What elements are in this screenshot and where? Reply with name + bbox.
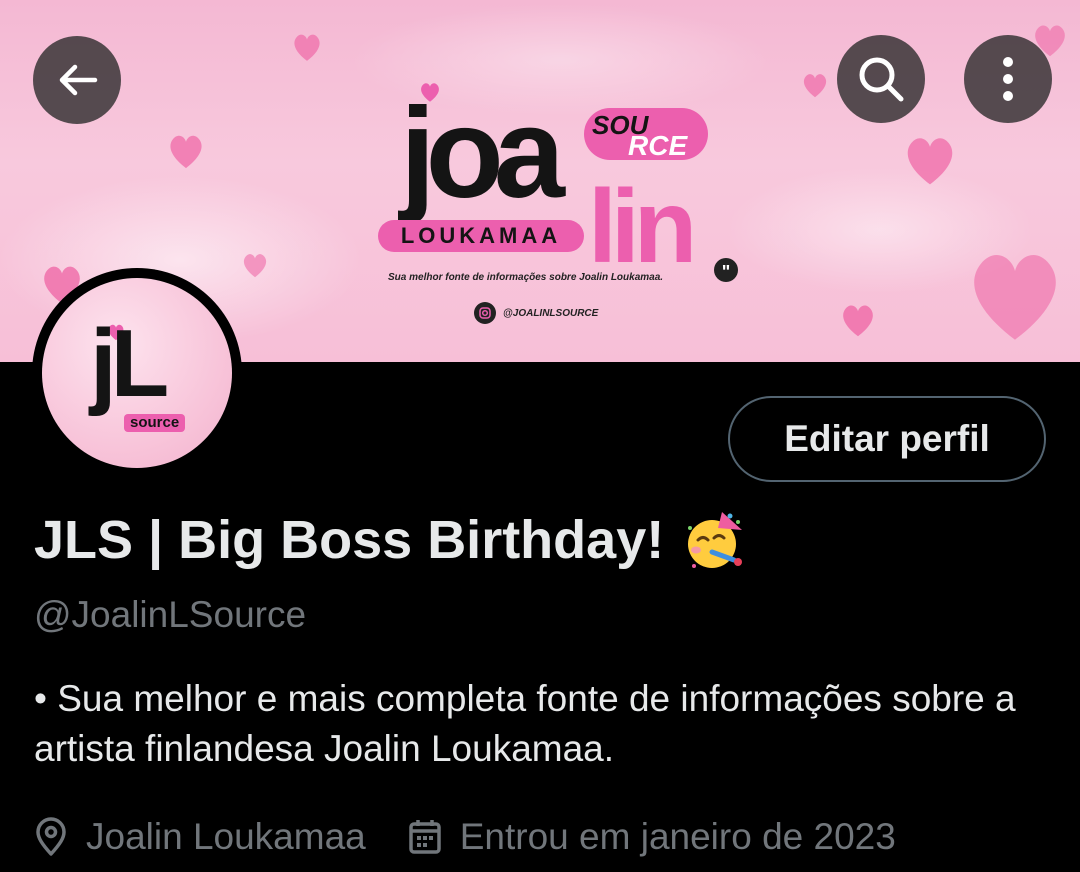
heart-decoration [800, 70, 830, 100]
heart-decoration [960, 240, 1070, 350]
profile-bio: • Sua melhor e mais completa fonte de in… [34, 678, 1016, 769]
location-pin-icon [34, 817, 86, 857]
username: @JoalinLSource [34, 594, 307, 635]
heart-decoration [165, 130, 207, 172]
banner-logo: SOU RCE lin joa LOUKAMAA [378, 80, 708, 340]
quote-icon: " [714, 258, 738, 282]
logo-lin-text: lin [588, 169, 697, 285]
profile-meta: Joalin Loukamaa Entrou em janeiro de 202… [34, 816, 896, 858]
display-name-text: JLS | Big Boss Birthday! [34, 510, 665, 570]
heart-decoration [240, 250, 270, 280]
banner-instagram-handle: @JOALINLSOURCE [503, 308, 599, 319]
instagram-icon [474, 302, 496, 324]
avatar-logo-source: source [124, 414, 186, 432]
avatar-logo-jl: jL [90, 310, 169, 417]
search-button[interactable] [837, 35, 925, 123]
heart-decoration [838, 300, 878, 340]
partying-face-emoji-icon [682, 508, 746, 572]
joined-date-text: Entrou em janeiro de 2023 [459, 816, 896, 857]
banner-tagline: Sua melhor fonte de informações sobre Jo… [388, 272, 664, 283]
calendar-icon [408, 819, 460, 855]
back-button[interactable] [33, 36, 121, 124]
logo-loukamaa-text: LOUKAMAA [378, 220, 584, 252]
avatar-image: jL source [42, 278, 232, 468]
logo-joa-text: joa [400, 82, 565, 225]
logo-rce-text: RCE [628, 130, 688, 161]
display-name: JLS | Big Boss Birthday! [34, 508, 746, 572]
more-options-button[interactable] [964, 35, 1052, 123]
edit-profile-button[interactable]: Editar perfil [728, 396, 1046, 482]
location-item: Joalin Loukamaa [34, 816, 366, 858]
heart-decoration [290, 30, 324, 64]
heart-decoration [900, 130, 960, 190]
search-icon [856, 54, 906, 104]
more-vertical-icon [1002, 55, 1014, 103]
avatar[interactable]: jL source [32, 268, 242, 478]
joined-date-item: Entrou em janeiro de 2023 [408, 816, 896, 858]
location-text: Joalin Loukamaa [86, 816, 366, 857]
arrow-left-icon [55, 58, 99, 102]
